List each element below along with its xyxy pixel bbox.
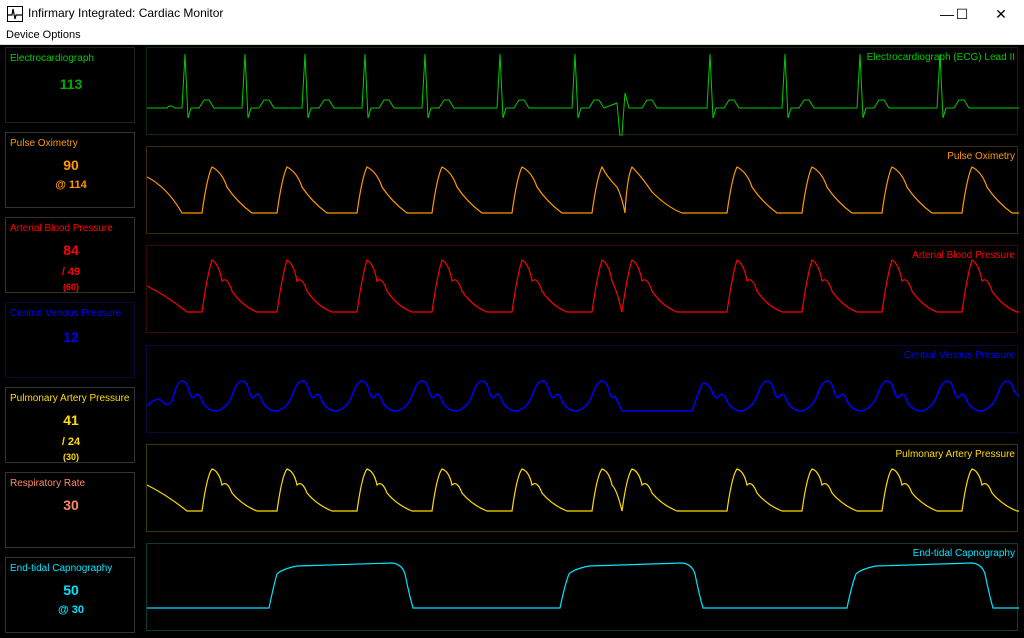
rr-panel[interactable]: Respiratory Rate 30 [5, 472, 135, 548]
etco2-value: 50 [63, 582, 79, 598]
spo2-waveform-panel[interactable]: Pulse Oximetry [146, 146, 1019, 234]
pa-panel[interactable]: Pulmonary Artery Pressure 41 / 24 (30) [5, 387, 135, 463]
cvp-value: 12 [63, 329, 79, 345]
window-title: Infirmary Integrated: Cardiac Monitor [28, 6, 224, 20]
cvp-panel[interactable]: Central Venous Pressure 12 [5, 302, 135, 378]
pa-panel-label: Pulmonary Artery Pressure [10, 393, 130, 404]
pa-trace [147, 468, 1019, 512]
etco2-trace [147, 562, 1019, 609]
menu-bar: Device Options [0, 28, 1024, 45]
spo2-panel[interactable]: Pulse Oximetry 90 @ 114 [5, 132, 135, 208]
spo2-pulse-rate: @ 114 [55, 179, 87, 191]
etco2-panel-label: End-tidal Capnography [10, 563, 113, 574]
heart-rate-value: 113 [59, 76, 83, 92]
cvp-trace-label: Central Venous Pressure [903, 350, 1015, 361]
pa-waveform-panel[interactable]: Pulmonary Artery Pressure [146, 444, 1019, 532]
pa-mean-value: (30) [62, 452, 79, 462]
cvp-waveform [147, 380, 1019, 412]
spo2-trace [147, 165, 1019, 214]
ecg-trace [147, 53, 1019, 136]
abp-diastolic-value: / 49 [61, 266, 81, 278]
cvp-panel-label: Central Venous Pressure [10, 308, 122, 319]
etco2-waveform [147, 562, 1019, 609]
close-button[interactable]: ✕ [978, 0, 1024, 28]
abp-systolic-value: 84 [63, 242, 79, 258]
abp-panel[interactable]: Arterial Blood Pressure 84 / 49 (60) [5, 217, 135, 293]
pa-diastolic-value: / 24 [61, 436, 81, 448]
pa-waveform [147, 468, 1019, 512]
cvp-waveform-panel[interactable]: Central Venous Pressure [146, 345, 1019, 433]
abp-trace-label: Arterial Blood Pressure [912, 250, 1015, 261]
abp-waveform-panel[interactable]: Arterial Blood Pressure [146, 245, 1019, 333]
ecg-panel[interactable]: Electrocardiograph 113 [5, 47, 135, 123]
etco2-rate: @ 30 [57, 604, 85, 616]
cvp-trace [147, 380, 1019, 412]
ecg-trace-label: Electrocardiograph (ECG) Lead II [866, 52, 1015, 63]
abp-waveform [147, 259, 1019, 313]
abp-panel-label: Arterial Blood Pressure [10, 223, 113, 234]
ecg-panel-label: Electrocardiograph [10, 53, 94, 64]
etco2-trace-label: End-tidal Capnography [912, 548, 1015, 559]
spo2-waveform [147, 165, 1019, 214]
rr-panel-label: Respiratory Rate [10, 478, 86, 489]
spo2-value: 90 [63, 157, 79, 173]
ecg-waveform-panel[interactable]: Electrocardiograph (ECG) Lead II [146, 47, 1019, 136]
spo2-trace-label: Pulse Oximetry [947, 151, 1015, 162]
spo2-panel-label: Pulse Oximetry [10, 138, 78, 149]
abp-mean-value: (60) [62, 282, 79, 292]
title-bar: Infirmary Integrated: Cardiac Monitor — … [0, 0, 1024, 28]
etco2-waveform-panel[interactable]: End-tidal Capnography [146, 543, 1019, 631]
menu-device-options[interactable]: Device Options [6, 29, 81, 41]
app-heart-monitor-icon [7, 6, 23, 22]
respiratory-rate-value: 30 [63, 497, 79, 513]
pa-systolic-value: 41 [63, 412, 79, 428]
pa-trace-label: Pulmonary Artery Pressure [895, 449, 1016, 460]
abp-trace [147, 259, 1019, 313]
etco2-panel[interactable]: End-tidal Capnography 50 @ 30 [5, 557, 135, 633]
